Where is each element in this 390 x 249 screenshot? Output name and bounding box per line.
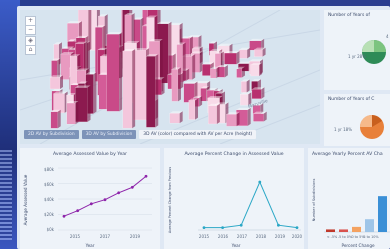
building (106, 32, 123, 112)
y-tick: $80k (44, 167, 55, 172)
x-tick: 2020 (292, 234, 303, 239)
building (254, 47, 266, 57)
data-point (144, 174, 148, 178)
y-axis-label: Average Assessed Value (23, 174, 28, 225)
x-tick: 2017 (237, 234, 248, 239)
building (188, 98, 199, 120)
data-point (295, 226, 299, 229)
bar (326, 229, 335, 232)
building (122, 48, 136, 129)
map-tabs: 2D AV by Subdivision 3D AV by Subdivisio… (24, 130, 257, 139)
data-point (62, 214, 66, 218)
line-chart-percent-change: Year Average Percent Change from Previou… (168, 167, 303, 248)
data-point (239, 223, 243, 227)
building (169, 111, 183, 124)
building (240, 92, 252, 106)
data-point (221, 226, 224, 229)
x-axis-label: Year (231, 243, 241, 248)
building (210, 66, 220, 79)
building (49, 75, 63, 90)
data-point (103, 198, 107, 202)
building (53, 91, 68, 113)
dashboard: + − ◈ ⌂ Maryville 2D AV by Subdivision 3… (17, 6, 390, 249)
bar (365, 219, 374, 232)
data-point (76, 209, 80, 213)
pie-chart-bottom (360, 115, 384, 139)
tab-3d-av[interactable]: 3D AV by Subdivision (81, 130, 137, 139)
pie-label: 1 yr 18% (334, 127, 352, 132)
bar (378, 196, 387, 232)
y-tick: $0k (47, 227, 55, 232)
data-point (117, 191, 121, 195)
data-point (202, 226, 206, 229)
chart-panel-yearly-percent: Average Yearly Percent AV Cha Percent Ch… (308, 148, 390, 249)
series-line (204, 180, 298, 229)
years-panel-top: Number of Years of 1 yr 28% 4 y (324, 10, 390, 90)
building (253, 111, 267, 122)
x-tick: 2015 (70, 234, 81, 239)
building (238, 47, 251, 59)
data-point (258, 180, 262, 184)
x-axis-label: Year (85, 243, 95, 248)
building (66, 101, 79, 125)
line-chart-assessed-value: Year Average Assessed Value $80k $60k $4… (23, 167, 152, 248)
building (226, 112, 240, 127)
data-point (277, 223, 280, 227)
building (240, 79, 250, 93)
bar-chart-yearly-percent: Percent Change Number of Subdivisions < … (312, 179, 390, 248)
x-tick: 2019 (130, 234, 141, 239)
y-tick: $40k (44, 197, 55, 202)
series-line (63, 175, 147, 217)
building (250, 62, 263, 77)
data-point (130, 185, 134, 189)
3d-map-view[interactable]: + − ◈ ⌂ Maryville 2D AV by Subdivision 3… (20, 10, 320, 144)
x-tick: 2016 (218, 234, 229, 239)
3d-buildings (20, 10, 320, 144)
building (236, 66, 245, 78)
y-axis-label: Number of Subdivisions (312, 179, 316, 222)
chart-panel-percent-change: Average Percent Change in Assessed Value… (164, 148, 304, 249)
data-point (89, 202, 93, 206)
chart-panel-assessed-value: Average Assessed Value by Year Year Aver… (20, 148, 160, 249)
building (208, 103, 220, 125)
building (251, 87, 265, 99)
zoom-out-button[interactable]: − (25, 25, 36, 35)
building (171, 67, 181, 102)
building (146, 54, 159, 128)
building (224, 51, 240, 65)
x-tick: 2019 (275, 234, 286, 239)
bar (339, 229, 348, 232)
tab-3d-av-color-height[interactable]: 3D AV (color) compared with AV per Acre … (139, 130, 257, 139)
building (50, 109, 61, 129)
y-tick: $60k (44, 182, 55, 187)
years-panel-bottom: Number of Years of C 1 yr 18% (324, 94, 390, 146)
pie-label: 1 yr 28% (348, 54, 366, 59)
x-tick: < -5% (327, 235, 338, 239)
x-tick: 2018 (256, 234, 267, 239)
home-button[interactable]: ⌂ (25, 45, 36, 55)
y-tick: $20k (44, 212, 55, 217)
tab-2d-av[interactable]: 2D AV by Subdivision (24, 130, 79, 139)
x-tick: 5 to 10% (363, 235, 379, 239)
x-tick: 2017 (100, 234, 111, 239)
x-tick: 2015 (199, 234, 210, 239)
pie-label: 4 y (386, 34, 390, 39)
y-axis-label: Average Percent Change from Previous (168, 167, 172, 233)
bar (352, 226, 361, 232)
x-axis-label: Percent Change (341, 243, 375, 248)
